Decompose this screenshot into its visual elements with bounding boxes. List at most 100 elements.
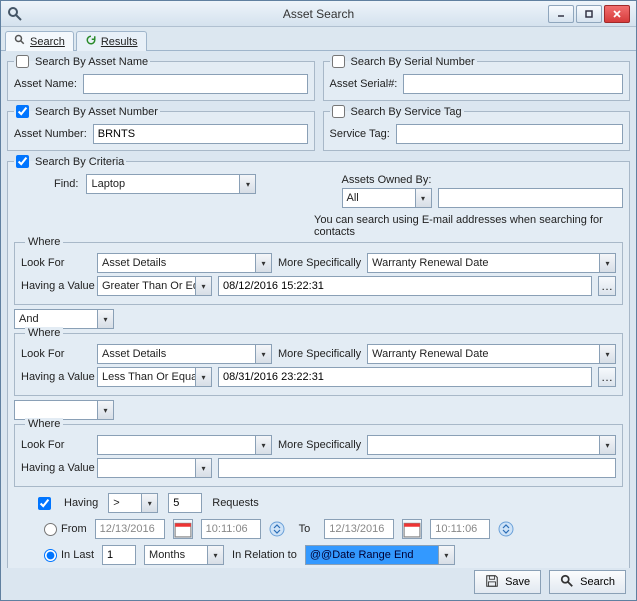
chevron-down-icon: ▾ [255, 254, 271, 272]
tab-results-label: Results [101, 36, 138, 48]
asset-number-input[interactable] [93, 124, 308, 144]
calendar-icon [403, 520, 421, 538]
search-by-serial-checkbox[interactable] [332, 55, 345, 68]
where-block-3: Where Look For ▾ More Specifically ▾ Hav… [14, 424, 623, 487]
where2-picker-button[interactable]: … [598, 367, 616, 387]
where2-lookfor-label: Look For [21, 348, 91, 360]
from-date-input[interactable] [95, 519, 165, 539]
search-icon [14, 34, 26, 49]
having-checkbox[interactable] [38, 497, 51, 510]
asset-search-window: Asset Search Search Results Search By As… [0, 0, 637, 601]
where2-lookfor-combo[interactable]: Asset Details ▾ [97, 344, 272, 364]
search-by-number-checkbox[interactable] [16, 105, 29, 118]
where1-lookfor-label: Look For [21, 257, 91, 269]
chevron-down-icon: ▾ [97, 310, 113, 328]
having-count-input[interactable] [168, 493, 202, 513]
having-op-combo[interactable]: >▾ [108, 493, 158, 513]
chevron-down-icon: ▾ [195, 368, 211, 386]
service-tag-input[interactable] [396, 124, 623, 144]
where2-value-input[interactable] [218, 367, 592, 387]
from-date-calendar-button[interactable] [173, 519, 193, 539]
asset-serial-input[interactable] [403, 74, 623, 94]
inrelation-combo[interactable]: @@Date Range End▾ [305, 545, 455, 565]
form-body: Search By Asset Name Asset Name: Search … [1, 51, 636, 568]
where-block-1: Where Look For Asset Details▾ More Speci… [14, 242, 623, 305]
where1-picker-button[interactable]: … [598, 276, 616, 296]
search-button[interactable]: Search [549, 570, 626, 594]
owned-by-input[interactable] [438, 188, 624, 208]
chevron-down-icon: ▾ [207, 546, 223, 564]
where2-more-label: More Specifically [278, 348, 361, 360]
where1-op-combo[interactable]: Greater Than Or Equal To▾ [97, 276, 212, 296]
chevron-down-icon: ▾ [239, 175, 255, 193]
where2-more-combo[interactable]: Warranty Renewal Date▾ [367, 344, 616, 364]
from-time-spinner[interactable] [269, 521, 285, 537]
chevron-down-icon: ▾ [415, 189, 431, 207]
where2-lookfor-value: Asset Details [102, 348, 166, 360]
from-time-input[interactable] [201, 519, 261, 539]
find-label: Find: [54, 178, 78, 190]
close-button[interactable] [604, 5, 630, 23]
where2-having-label: Having a Value [21, 371, 91, 383]
where1-more-label: More Specifically [278, 257, 361, 269]
group-search-by-serial: Search By Serial Number Asset Serial#: [323, 55, 631, 101]
where3-more-label: More Specifically [278, 439, 361, 451]
group-search-by-criteria: Search By Criteria Find: Laptop ▾ Assets… [7, 155, 630, 568]
where3-value-input[interactable] [218, 458, 616, 478]
to-date-calendar-button[interactable] [402, 519, 422, 539]
titlebar: Asset Search [1, 1, 636, 27]
bool-op-2-combo[interactable]: ▾ [14, 400, 114, 420]
where1-more-value: Warranty Renewal Date [372, 257, 488, 269]
calendar-icon [174, 520, 192, 538]
to-time-spinner[interactable] [498, 521, 514, 537]
where1-lookfor-combo[interactable]: Asset Details ▾ [97, 253, 272, 273]
search-by-criteria-legend: Search By Criteria [35, 156, 124, 168]
bool-op-1-combo[interactable]: And ▾ [14, 309, 114, 329]
where1-more-combo[interactable]: Warranty Renewal Date▾ [367, 253, 616, 273]
search-button-label: Search [580, 576, 615, 588]
mode-inlast-radio[interactable]: In Last [44, 549, 94, 562]
mode-from-radio-input[interactable] [44, 523, 57, 536]
having-op-value: > [113, 497, 119, 509]
criteria-hint: You can search using E-mail addresses wh… [314, 214, 623, 238]
owned-scope-combo[interactable]: All ▾ [342, 188, 432, 208]
mode-inlast-radio-input[interactable] [44, 549, 57, 562]
save-button[interactable]: Save [474, 570, 541, 594]
where-1-legend: Where [25, 236, 63, 248]
inlast-count-input[interactable] [102, 545, 136, 565]
search-by-service-tag-legend: Search By Service Tag [351, 106, 462, 118]
chevron-down-icon: ▾ [438, 546, 454, 564]
tab-search[interactable]: Search [5, 31, 74, 51]
to-label: To [299, 523, 311, 535]
find-combo[interactable]: Laptop ▾ [86, 174, 256, 194]
inlast-label: In Last [61, 549, 94, 561]
search-by-name-checkbox[interactable] [16, 55, 29, 68]
maximize-button[interactable] [576, 5, 602, 23]
where3-lookfor-label: Look For [21, 439, 91, 451]
asset-name-input[interactable] [83, 74, 308, 94]
group-search-by-service-tag: Search By Service Tag Service Tag: [323, 105, 631, 151]
where-block-2: Where Look For Asset Details▾ More Speci… [14, 333, 623, 396]
search-by-service-tag-checkbox[interactable] [332, 105, 345, 118]
where3-op-combo[interactable]: ▾ [97, 458, 212, 478]
where1-value-input[interactable] [218, 276, 592, 296]
where1-having-label: Having a Value [21, 280, 91, 292]
mode-from-radio[interactable]: From [44, 523, 87, 536]
inlast-unit-combo[interactable]: Months▾ [144, 545, 224, 565]
tab-results[interactable]: Results [76, 31, 147, 51]
where-2-legend: Where [25, 327, 63, 339]
minimize-button[interactable] [548, 5, 574, 23]
where3-having-label: Having a Value [21, 462, 91, 474]
where1-lookfor-value: Asset Details [102, 257, 166, 269]
inrelation-label: In Relation to [232, 549, 297, 561]
search-by-criteria-checkbox[interactable] [16, 155, 29, 168]
where2-op-combo[interactable]: Less Than Or Equal To▾ [97, 367, 212, 387]
where3-lookfor-combo[interactable]: ▾ [97, 435, 272, 455]
chevron-down-icon: ▾ [255, 345, 271, 363]
where3-more-combo[interactable]: ▾ [367, 435, 616, 455]
to-date-input[interactable] [324, 519, 394, 539]
bool-op-1-value: And [19, 313, 39, 325]
to-time-input[interactable] [430, 519, 490, 539]
from-label: From [61, 523, 87, 535]
chevron-down-icon: ▾ [599, 345, 615, 363]
